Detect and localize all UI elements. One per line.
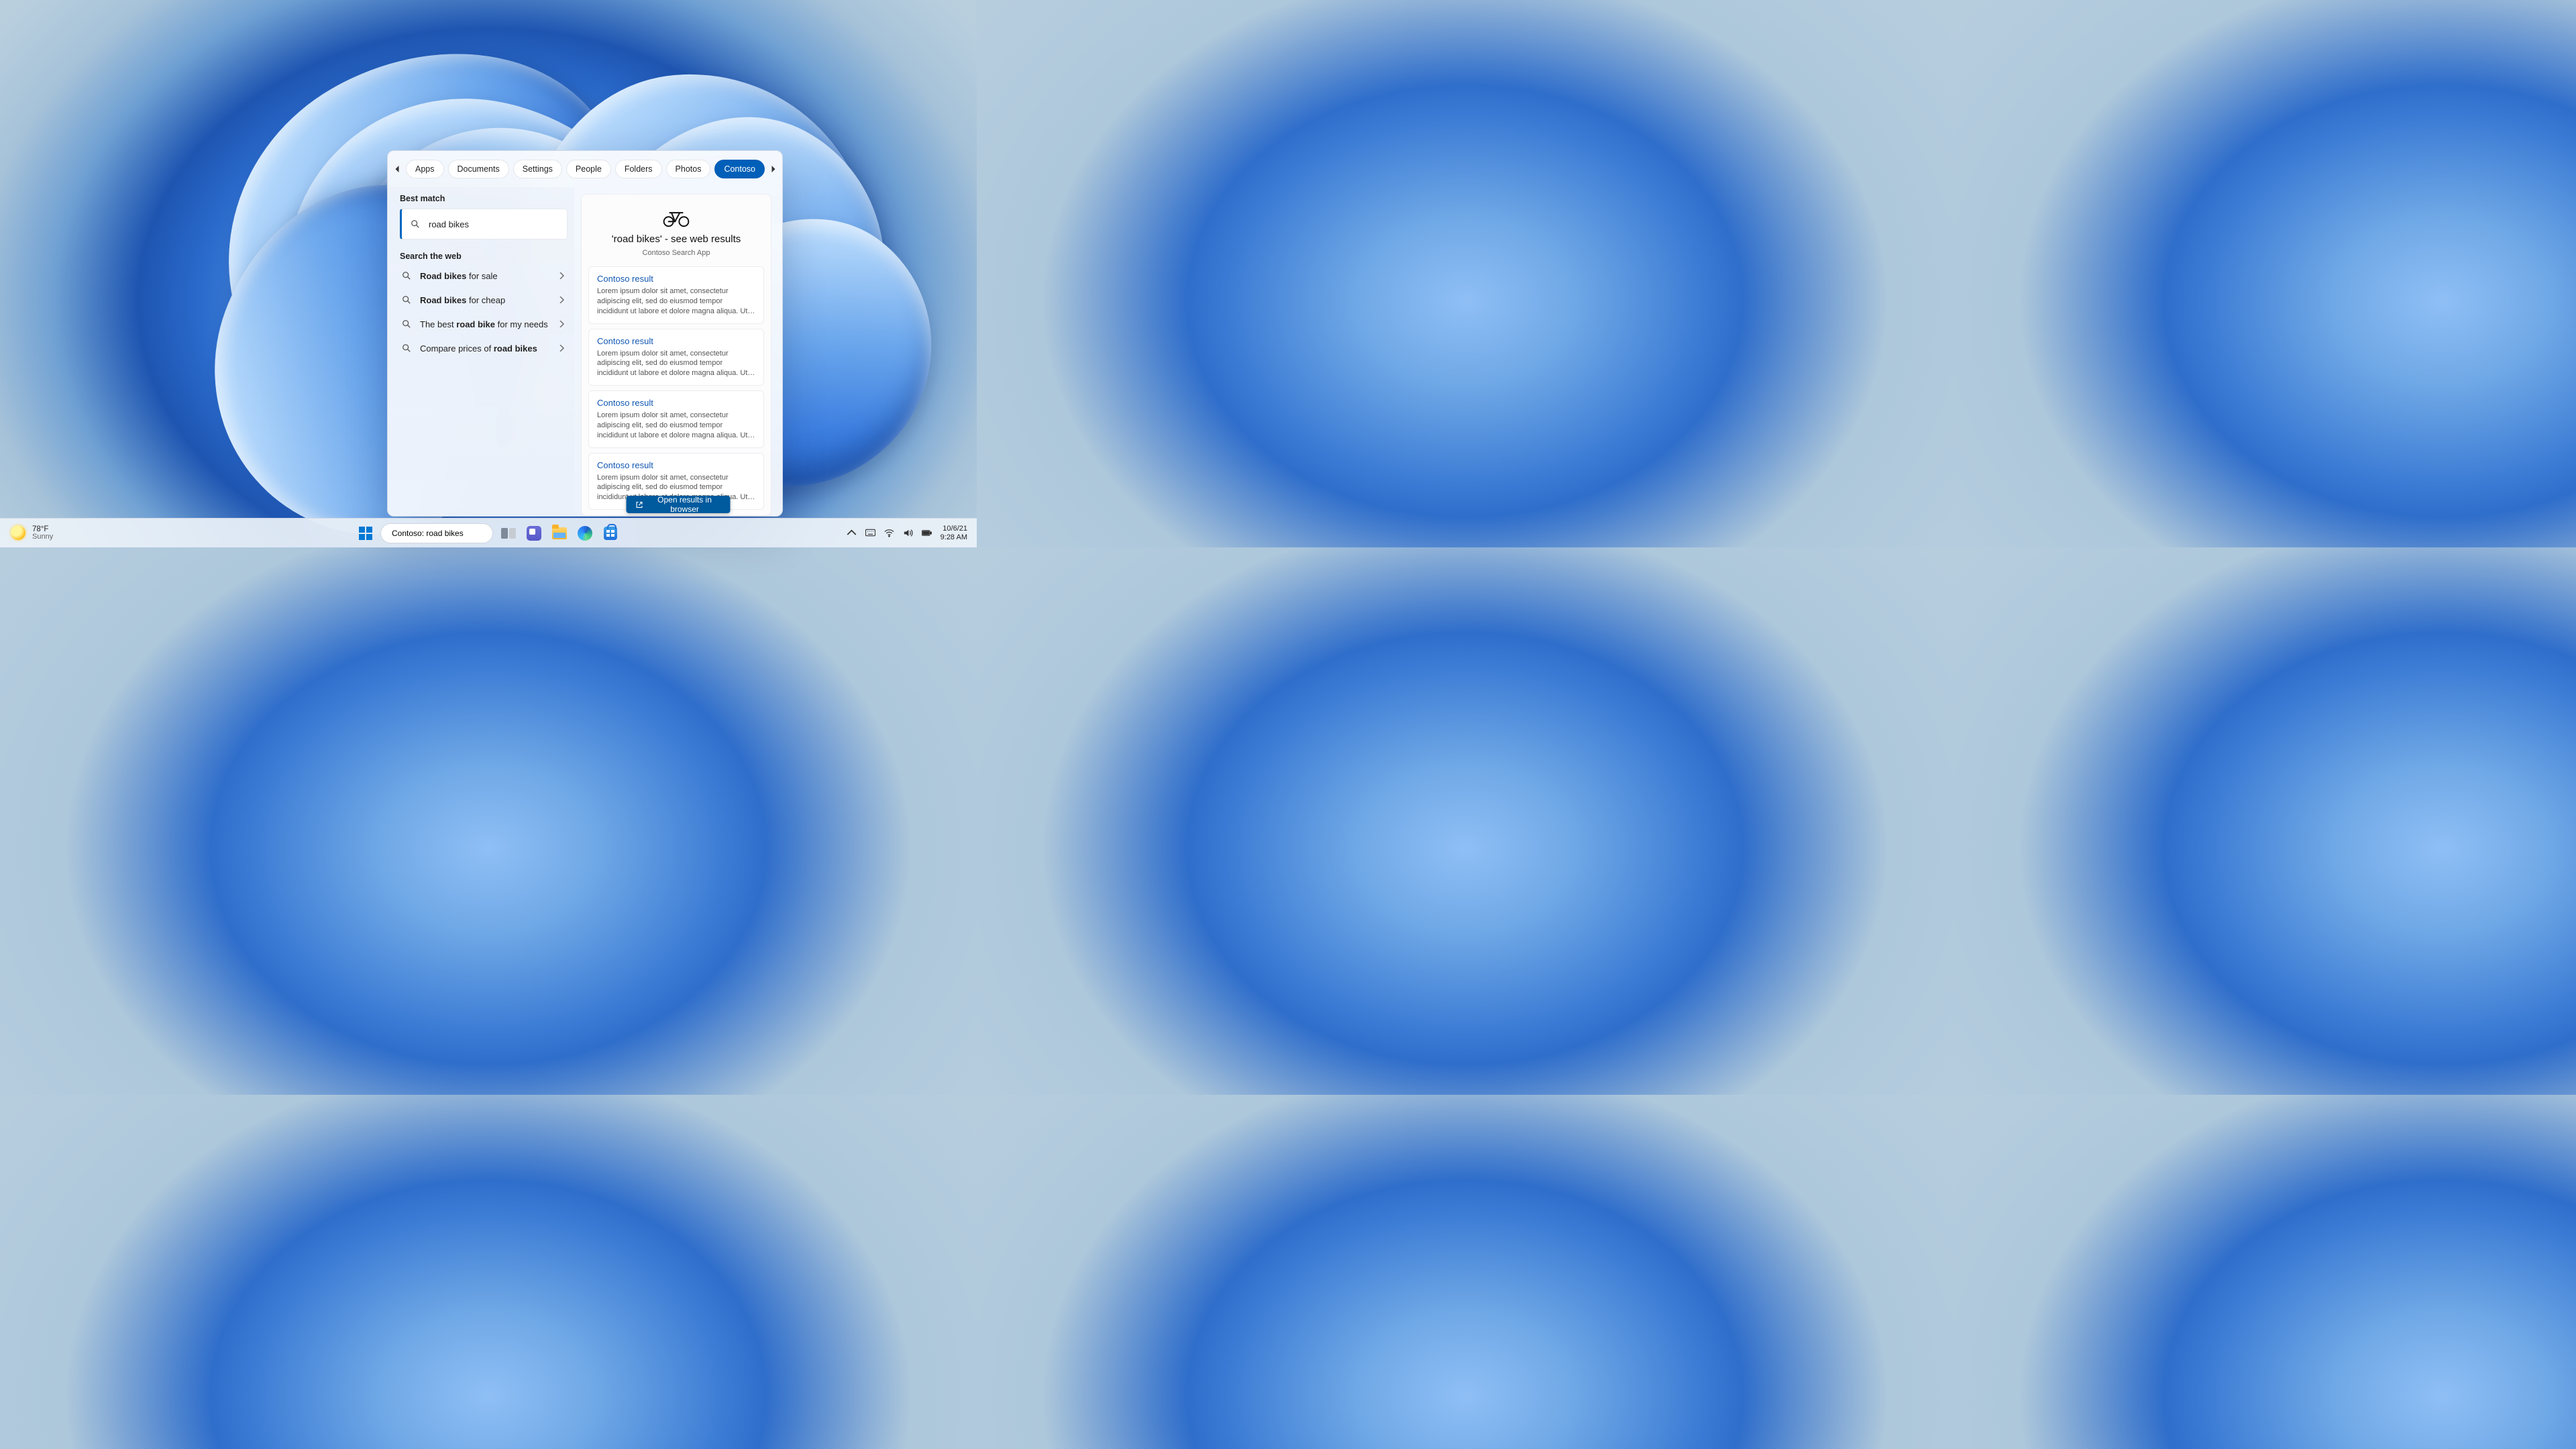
search-flyout-header: AppsDocumentsSettingsPeopleFoldersPhotos… [388,151,782,187]
store-icon [604,527,617,540]
rewards-icon[interactable] [782,163,783,175]
search-icon [401,270,412,281]
web-suggestion[interactable]: Compare prices of road bikes [400,336,568,360]
edge-icon [578,526,592,541]
task-view-icon [501,528,516,539]
task-view-button[interactable] [498,523,519,543]
volume-icon[interactable] [903,528,914,539]
wifi-icon[interactable] [884,528,895,539]
scope-pill-documents[interactable]: Documents [448,160,509,178]
edge-button[interactable] [575,523,595,543]
file-explorer-button[interactable] [549,523,570,543]
best-match-item[interactable]: road bikes [400,209,568,239]
scope-scroll-right[interactable] [770,160,776,178]
weather-sunny-icon [11,525,25,540]
start-button[interactable] [356,524,375,543]
bicycle-icon [661,207,691,229]
input-indicator-icon[interactable] [865,528,876,539]
search-result-card[interactable]: Contoso result Lorem ipsum dolor sit amet… [588,390,764,448]
result-snippet: Lorem ipsum dolor sit amet, consectetur … [597,286,755,317]
result-title: Contoso result [597,336,755,346]
scope-pill-photos[interactable]: Photos [666,160,711,178]
store-button[interactable] [600,523,621,543]
taskbar: 78°F Sunny 10 [0,518,977,547]
results-left-pane: Best match road bikes Search the web Roa… [388,187,574,516]
search-flyout: AppsDocumentsSettingsPeopleFoldersPhotos… [387,150,783,517]
search-result-card[interactable]: Contoso result Lorem ipsum dolor sit amet… [588,266,764,324]
windows-logo-icon [359,527,372,540]
chevron-right-icon [558,295,565,305]
result-snippet: Lorem ipsum dolor sit amet, consectetur … [597,411,755,441]
preview-pane: 'road bikes' - see web results Contoso S… [574,187,782,516]
file-explorer-icon [552,527,567,539]
web-suggestion[interactable]: Road bikes for cheap [400,288,568,312]
scope-pill-settings[interactable]: Settings [513,160,562,178]
taskbar-weather-widget[interactable]: 78°F Sunny [0,525,53,541]
best-match-heading: Best match [400,194,568,203]
preview-subtitle: Contoso Search App [643,249,710,257]
search-icon [401,319,412,329]
weather-temp: 78°F [32,525,53,533]
web-suggestion[interactable]: The best road bike for my needs [400,312,568,336]
teams-chat-button[interactable] [524,523,544,543]
result-title: Contoso result [597,274,755,284]
best-match-label: road bikes [429,219,469,229]
taskbar-search-input[interactable] [392,529,496,538]
battery-icon[interactable] [922,528,932,539]
scope-pill-contoso[interactable]: Contoso [714,160,765,178]
search-icon [401,343,412,354]
scope-scroll-left[interactable] [394,160,400,178]
taskbar-clock[interactable]: 10/6/21 9:28 AM [941,525,967,541]
scope-pill-apps[interactable]: Apps [406,160,444,178]
taskbar-search-box[interactable] [380,523,493,543]
chevron-right-icon [558,319,565,329]
result-title: Contoso result [597,460,755,470]
taskbar-time: 9:28 AM [941,533,967,541]
search-icon [401,294,412,305]
chevron-right-icon [558,343,565,354]
scope-pill-folders[interactable]: Folders [615,160,662,178]
tray-overflow-chevron[interactable] [847,528,857,539]
scope-pill-people[interactable]: People [566,160,611,178]
web-suggestion[interactable]: Road bikes for sale [400,264,568,288]
open-in-browser-button[interactable]: Open results in browser [627,496,731,513]
weather-condition: Sunny [32,533,53,541]
preview-card: 'road bikes' - see web results Contoso S… [581,194,771,516]
result-title: Contoso result [597,398,755,408]
preview-title: 'road bikes' - see web results [612,233,741,245]
search-web-heading: Search the web [400,252,568,261]
search-result-card[interactable]: Contoso result Lorem ipsum dolor sit amet… [588,329,764,386]
search-icon [410,219,421,229]
result-snippet: Lorem ipsum dolor sit amet, consectetur … [597,349,755,379]
teams-icon [527,526,541,541]
open-in-browser-label: Open results in browser [649,495,721,514]
taskbar-date: 10/6/21 [943,525,967,533]
chevron-right-icon [558,271,565,281]
